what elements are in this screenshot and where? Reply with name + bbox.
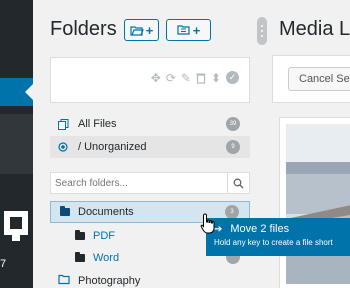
plus-label: + <box>145 22 154 38</box>
folder-toolbar: ✥ ⟳ ✎ ⬍ ✓ <box>50 57 250 103</box>
panel-title: Folders <box>50 18 117 40</box>
admin-sidebar: 7 <box>0 0 33 288</box>
move-icon[interactable]: ✥ <box>151 71 161 85</box>
new-folder-button[interactable]: + <box>124 19 159 41</box>
all-files-label: All Files <box>78 118 117 130</box>
folder-tree-icon <box>58 274 70 288</box>
folder-tree-icon <box>177 25 190 35</box>
folder-icon <box>75 252 85 262</box>
check-circle-icon[interactable]: ✓ <box>226 71 239 84</box>
tree-item-photography[interactable]: Photography <box>58 270 140 288</box>
all-files-link[interactable]: All Files 39 <box>50 113 250 135</box>
files-icon <box>58 118 72 130</box>
radio-icon <box>58 142 72 152</box>
search-input[interactable] <box>51 173 227 193</box>
media-thumbnail[interactable] <box>286 124 350 284</box>
tooltip-title: Move 2 files <box>230 223 290 235</box>
tooltip-hint: Hold any key to create a file short <box>214 238 333 247</box>
sort-icon[interactable]: ⬍ <box>211 71 221 85</box>
admin-count-label: 7 <box>0 258 7 270</box>
count-badge: 9 <box>226 140 240 154</box>
folder-label: PDF <box>93 230 115 242</box>
folder-label: Photography <box>78 275 141 287</box>
new-category-button[interactable]: + <box>166 19 211 41</box>
plus-label: + <box>192 22 201 38</box>
folder-label: Word <box>93 252 120 264</box>
drag-tooltip: ➔ Move 2 files Hold any key to create a … <box>206 218 350 256</box>
admin-submenu <box>0 114 33 174</box>
count-badge: 39 <box>226 117 240 131</box>
folder-search <box>50 172 250 194</box>
edit-icon[interactable]: ✎ <box>181 71 191 85</box>
folder-icon <box>60 206 70 216</box>
tree-item-word[interactable]: Word <box>75 247 119 269</box>
folder-label: Documents <box>78 206 134 218</box>
resize-handle[interactable] <box>257 17 267 45</box>
delete-icon[interactable] <box>196 71 206 85</box>
tree-item-pdf[interactable]: PDF <box>75 225 115 247</box>
hand-cursor-icon <box>200 213 215 234</box>
cancel-selection-button[interactable]: Cancel Sel <box>288 67 350 91</box>
count-badge: 3 <box>225 205 239 219</box>
search-icon[interactable] <box>227 173 249 193</box>
folder-icon <box>75 230 85 240</box>
folder-open-icon <box>130 25 144 36</box>
unorganized-label: / Unorganized <box>78 141 147 153</box>
media-library-title: Media Li <box>279 18 350 40</box>
unorganized-link[interactable]: / Unorganized 9 <box>50 136 250 158</box>
active-pointer <box>25 84 33 100</box>
refresh-icon[interactable]: ⟳ <box>166 71 176 85</box>
